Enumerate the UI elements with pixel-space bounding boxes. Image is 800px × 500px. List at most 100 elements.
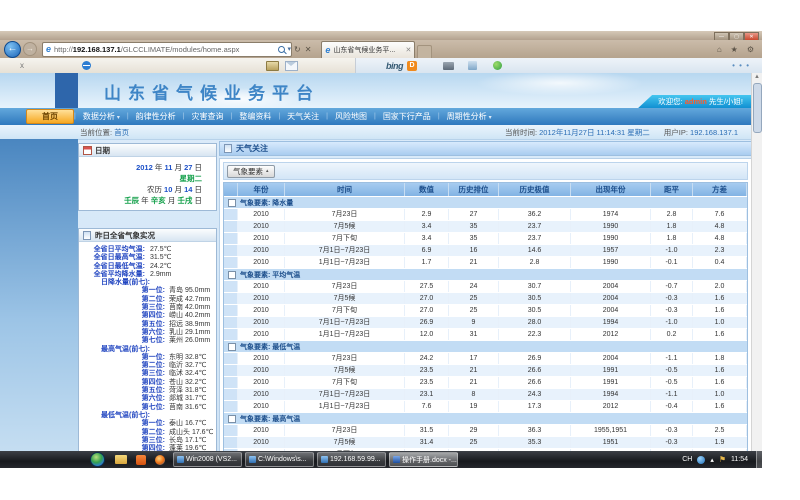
element-filter-button[interactable]: 气象要素 ▴ [227, 165, 275, 178]
row-select-cell[interactable] [224, 281, 238, 292]
scrollbar-thumb[interactable] [753, 83, 762, 133]
table-cell: 12.0 [405, 329, 449, 340]
table-cell: 7.6 [693, 209, 747, 220]
column-header: 数值 [405, 183, 449, 196]
table-cell: 1月1日~7月23日 [285, 329, 405, 340]
row-select-cell[interactable] [224, 377, 238, 388]
favorites-star-icon[interactable]: ★ [731, 45, 738, 54]
row-select-cell[interactable] [224, 353, 238, 364]
row-select-cell[interactable] [224, 257, 238, 268]
search-dropdown-icon[interactable]: ▾ [287, 45, 291, 53]
taskbar-window-button[interactable]: 192.168.59.99... [317, 452, 386, 467]
table-cell: 2010 [238, 221, 285, 232]
calendar-box: 日期 2012 年 11 月 27 日星期二农历 10 月 14 日壬辰 年 辛… [78, 143, 217, 211]
clock[interactable]: 11:54 [731, 456, 748, 463]
camera-icon[interactable] [443, 62, 454, 70]
row-select-cell[interactable] [224, 401, 238, 412]
stop-icon[interactable]: ✕ [305, 45, 312, 54]
nav-item-4[interactable]: 灾害查询 [192, 111, 224, 122]
row-select-cell[interactable] [224, 425, 238, 436]
rank-value: 崂山 40.2mm [169, 312, 210, 320]
address-input[interactable]: e http://192.168.137.1/GLCCLIMATE/module… [42, 42, 292, 57]
action-center-flag-icon[interactable]: ⚑ [719, 455, 726, 464]
nav-item-1[interactable]: 首页 [26, 109, 74, 124]
blocked-icon[interactable] [82, 61, 91, 70]
row-select-cell[interactable] [224, 233, 238, 244]
card-icon[interactable] [266, 61, 279, 71]
table-cell: 23.5 [405, 365, 449, 376]
nav-item-2[interactable]: 数据分析▾ [83, 111, 120, 122]
toolbar-close-icon[interactable]: x [20, 61, 24, 70]
calendar-body: 2012 年 11 月 27 日星期二农历 10 月 14 日壬辰 年 辛亥 月… [79, 157, 216, 210]
table-cell: 1.8 [651, 233, 693, 244]
tab-close-icon[interactable]: ✕ [406, 46, 412, 54]
back-button[interactable]: ← [4, 41, 21, 58]
row-select-cell[interactable] [224, 305, 238, 316]
row-select-cell[interactable] [224, 293, 238, 304]
nav-item-3[interactable]: 韵律性分析 [136, 111, 176, 122]
start-button[interactable] [90, 452, 105, 467]
refresh-icon[interactable]: ↻ [294, 45, 301, 54]
taskbar-window-button[interactable]: Win2008 (VS2... [173, 452, 242, 467]
group-checkbox[interactable] [228, 271, 236, 279]
toolbar-app-icon[interactable]: D [407, 61, 417, 71]
row-select-cell[interactable] [224, 317, 238, 328]
page-scrollbar[interactable]: ▲ [751, 73, 762, 468]
welcome-suffix: 先生/小姐! [709, 97, 743, 106]
toolbar-more-icon[interactable]: • • • [732, 61, 750, 70]
browser-tab[interactable]: e 山东省气候业务平... ✕ [321, 41, 415, 58]
mail-icon[interactable] [285, 61, 298, 71]
network-icon[interactable] [697, 456, 705, 464]
forward-button[interactable]: → [23, 42, 37, 56]
group-checkbox[interactable] [228, 199, 236, 207]
group-checkbox[interactable] [228, 343, 236, 351]
row-select-cell[interactable] [224, 221, 238, 232]
tray-up-icon[interactable]: ▴ [710, 456, 714, 464]
breadcrumb-current[interactable]: 首页 [114, 128, 129, 137]
table-row: 20107月23日31.52936.31955,1951-0.32.5 [224, 424, 747, 436]
new-tab-button[interactable] [417, 45, 432, 58]
home-icon[interactable]: ⌂ [717, 45, 722, 54]
rank-label: 第六位: [79, 395, 165, 403]
row-select-cell[interactable] [224, 245, 238, 256]
bing-toolbar: bing D • • • [355, 58, 762, 73]
search-icon[interactable] [278, 46, 285, 53]
row-select-cell[interactable] [224, 329, 238, 340]
summary-section-title: 最低气温(前七): [79, 412, 216, 420]
explorer-folder-icon[interactable] [115, 455, 127, 464]
taskbar-window-button[interactable]: C:\Windows\s... [245, 452, 314, 467]
taskbar-window-button[interactable]: 操作手册.docx -... [389, 452, 458, 467]
nav-item-6[interactable]: 天气关注 [287, 111, 319, 122]
group-header-row[interactable]: 气象要素: 平均气温 [224, 268, 747, 280]
row-select-cell[interactable] [224, 365, 238, 376]
group-header-row[interactable]: 气象要素: 最高气温 [224, 412, 747, 424]
table-cell: 7月23日 [285, 209, 405, 220]
table-cell: -1.0 [651, 245, 693, 256]
window-titlebar[interactable] [0, 31, 762, 40]
group-header-row[interactable]: 气象要素: 降水量 [224, 196, 747, 208]
show-desktop-button[interactable] [756, 451, 762, 468]
nav-item-9[interactable]: 周期性分析▾ [447, 111, 492, 122]
row-select-cell[interactable] [224, 389, 238, 400]
pen-icon[interactable] [468, 61, 477, 70]
calendar-line: 星期二 [83, 173, 202, 184]
group-header-row[interactable]: 气象要素: 最低气温 [224, 340, 747, 352]
table-cell: 7月5候 [285, 293, 405, 304]
gear-icon[interactable]: ⚙ [747, 45, 754, 54]
ime-indicator[interactable]: CH [682, 456, 692, 463]
row-select-cell[interactable] [224, 437, 238, 448]
summary-rank-item: 第一位:东明 32.8℃ [79, 354, 216, 362]
browser-app-icon[interactable] [136, 455, 146, 465]
group-checkbox[interactable] [228, 415, 236, 423]
nav-item-5[interactable]: 整编资料 [239, 111, 271, 122]
bing-logo[interactable]: bing [386, 61, 403, 71]
row-select-cell[interactable] [224, 209, 238, 220]
panel-body: 气象要素 ▴ 年份时间数值历史排位历史极值出现年份距平方差气象要素: 降水量20… [219, 158, 752, 468]
scroll-up-icon[interactable]: ▲ [752, 73, 762, 82]
nav-item-7[interactable]: 风险地图 [335, 111, 367, 122]
globe-icon[interactable] [493, 61, 502, 70]
current-time: 当前时间: 2012年11月27日 11:14:31 星期二 [505, 127, 650, 138]
media-app-icon[interactable] [155, 455, 165, 465]
nav-item-8[interactable]: 国家下行产品 [383, 111, 431, 122]
group-label: 气象要素: 降水量 [240, 198, 293, 208]
